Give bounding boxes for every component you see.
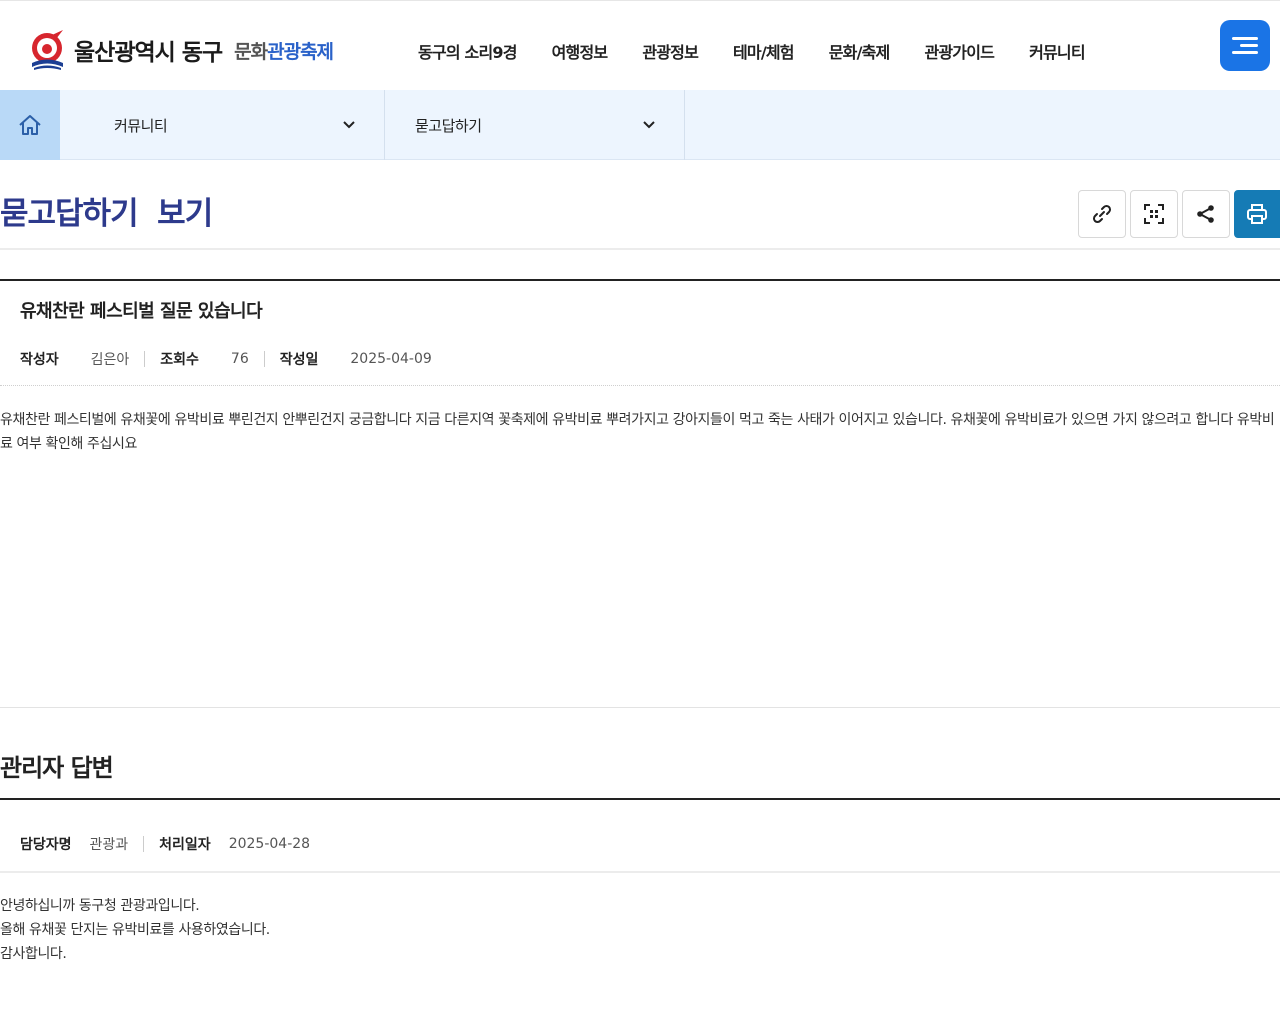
page-title: 묻고답하기 보기 [0, 196, 213, 232]
processed-date-label: 처리일자 [159, 837, 211, 853]
location-depth2-label: 묻고답하기 [415, 116, 482, 135]
answer-meta-divider [0, 871, 1280, 873]
views-value: 76 [230, 351, 249, 367]
link-icon [1092, 204, 1112, 224]
location-depth1-dropdown[interactable]: 커뮤니티 [60, 90, 385, 160]
nav-item-community[interactable]: 커뮤니티 [1029, 39, 1085, 63]
views-label: 조회수 [160, 352, 199, 368]
logo-title: 울산광역시 동구 [74, 40, 223, 66]
location-depth2-dropdown[interactable]: 묻고답하기 [385, 90, 685, 160]
share-icon [1197, 205, 1214, 223]
processed-date-value: 2025-04-28 [228, 836, 311, 852]
print-icon [1247, 204, 1267, 224]
location-bar: 커뮤니티 묻고답하기 [0, 90, 1280, 160]
chevron-down-icon [343, 121, 355, 129]
post-content: 유채찬란 페스티벌에 유채꽃에 유박비료 뿌린건지 안뿌린건지 궁금합니다 지금… [0, 412, 1275, 452]
answer-meta: 담당자명 관광과 처리일자 2025-04-28 [20, 834, 310, 854]
author-value: 김은아 [90, 352, 130, 368]
main-nav: 동구의 소리9경 여행정보 관광정보 테마/체험 문화/축제 관광가이드 커뮤니… [400, 39, 1086, 63]
post-title: 유채찬란 페스티벌 질문 있습니다 [20, 301, 263, 322]
qr-code-button[interactable] [1130, 190, 1178, 238]
chevron-down-icon [643, 121, 655, 129]
date-value: 2025-04-09 [350, 351, 432, 367]
site-header: 울산광역시 동구 문화관광축제 동구의 소리9경 여행정보 관광정보 테마/체험… [0, 0, 1280, 90]
print-button[interactable] [1234, 190, 1280, 238]
answer-content: 안녕하십니까 동구청 관광과입니다. 올해 유채꽃 단지는 유박비료를 사용하였… [0, 894, 270, 966]
nav-item-tour-info[interactable]: 관광정보 [642, 39, 698, 63]
answer-line: 감사합니다. [0, 946, 67, 962]
location-depth1-label: 커뮤니티 [114, 116, 168, 135]
answer-line: 올해 유채꽃 단지는 유박비료를 사용하였습니다. [0, 922, 270, 938]
ulsan-donggu-logo-icon [32, 30, 63, 70]
date-label: 작성일 [279, 352, 319, 368]
post-meta: 작성자 김은아 조회수 76 작성일 2025-04-09 [20, 349, 432, 369]
hamburger-icon [1232, 37, 1258, 40]
meta-divider [0, 385, 1280, 386]
post-top-border [0, 279, 1280, 281]
nav-item-travel-info[interactable]: 여행정보 [552, 39, 608, 63]
author-label: 작성자 [20, 352, 59, 368]
manager-label: 담당자명 [20, 837, 72, 853]
nav-item-sound9[interactable]: 동구의 소리9경 [418, 39, 517, 63]
site-logo[interactable]: 울산광역시 동구 문화관광축제 [30, 27, 334, 73]
answer-top-border [0, 798, 1280, 800]
post-bottom-border [0, 707, 1280, 708]
nav-item-guide[interactable]: 관광가이드 [924, 39, 994, 63]
manager-value: 관광과 [89, 837, 129, 853]
home-button[interactable] [0, 90, 60, 160]
logo-subtitle: 문화관광축제 [234, 40, 334, 63]
all-menu-button[interactable] [1220, 20, 1270, 71]
home-icon [19, 115, 41, 135]
answer-line: 안녕하십니까 동구청 관광과입니다. [0, 898, 200, 914]
qr-code-icon [1144, 204, 1164, 224]
answer-section-title: 관리자 답변 [0, 754, 114, 782]
copy-link-button[interactable] [1078, 190, 1126, 238]
nav-item-theme[interactable]: 테마/체험 [733, 39, 795, 63]
share-button[interactable] [1182, 190, 1230, 238]
nav-item-culture[interactable]: 문화/축제 [829, 39, 891, 63]
title-divider [0, 248, 1280, 250]
